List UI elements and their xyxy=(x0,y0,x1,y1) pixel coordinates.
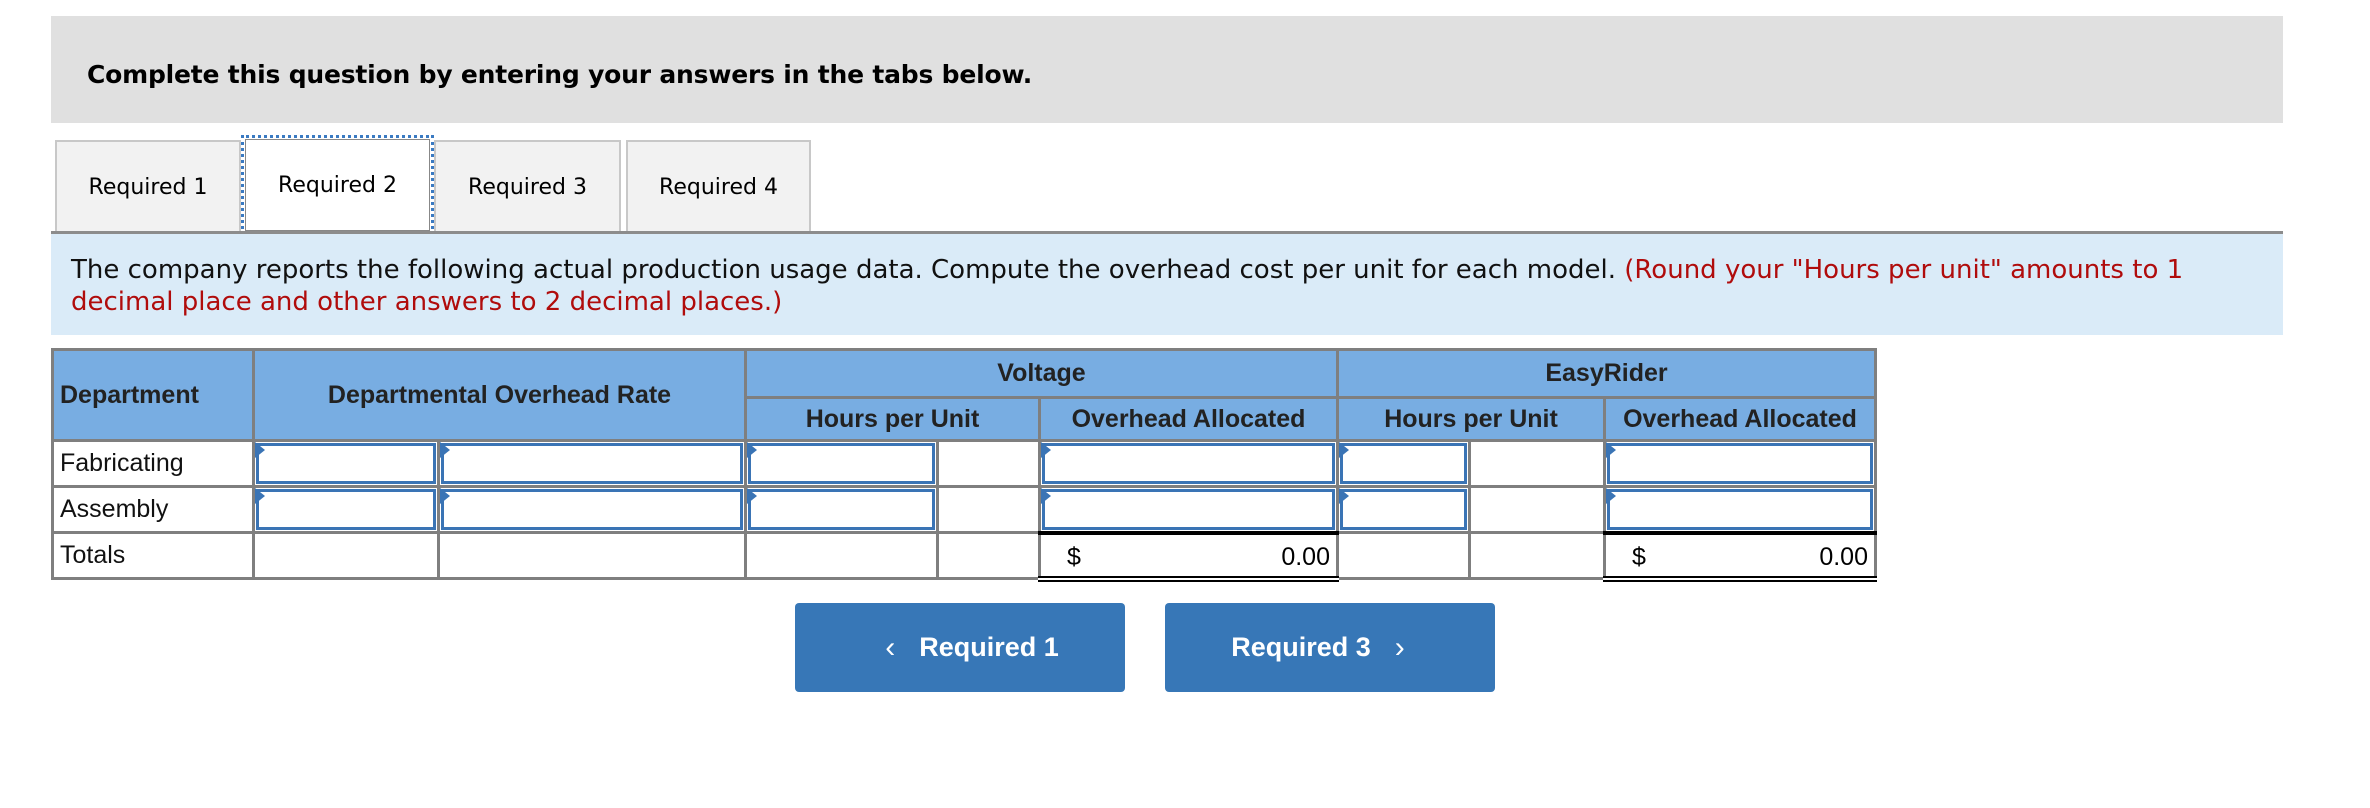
input-marker-icon xyxy=(1606,442,1616,458)
input-marker-icon xyxy=(1339,488,1349,504)
header-easyrider-overhead: Overhead Allocated xyxy=(1603,396,1877,442)
empty-cell xyxy=(1468,439,1606,488)
header-overhead-rate: Departmental Overhead Rate xyxy=(252,348,747,442)
assembly-easyrider-hours-input[interactable] xyxy=(1343,492,1464,527)
voltage-total-amount: 0.00 xyxy=(1281,542,1330,571)
row-label: Totals xyxy=(51,531,255,580)
fabricating-rate-input-b[interactable] xyxy=(444,446,740,481)
assembly-voltage-overhead-input[interactable] xyxy=(1045,492,1332,527)
header-voltage: Voltage xyxy=(744,348,1339,399)
easyrider-total-amount: 0.00 xyxy=(1819,542,1868,571)
input-marker-icon xyxy=(1041,488,1051,504)
prev-button-label: Required 1 xyxy=(919,632,1059,662)
input-marker-icon xyxy=(1041,442,1051,458)
prev-required-button[interactable]: ‹ Required 1 xyxy=(795,603,1125,692)
question-title: Complete this question by entering your … xyxy=(87,60,1033,89)
table-row-totals: Totals $ 0.00 $ 0.00 xyxy=(51,530,1877,582)
row-label: Fabricating xyxy=(51,439,255,488)
currency-symbol: $ xyxy=(1632,542,1646,571)
input-marker-icon xyxy=(255,442,265,458)
empty-cell xyxy=(1336,531,1471,580)
question-header: Complete this question by entering your … xyxy=(51,16,2283,123)
next-required-button[interactable]: Required 3 › xyxy=(1165,603,1495,692)
instructions-text: The company reports the following actual… xyxy=(71,254,2251,318)
voltage-total: $ 0.00 xyxy=(1038,530,1339,582)
easyrider-total: $ 0.00 xyxy=(1603,530,1877,582)
tab-required-1[interactable]: Required 1 xyxy=(55,140,241,233)
next-button-label: Required 3 xyxy=(1231,632,1371,662)
header-department: Department xyxy=(51,348,255,442)
currency-symbol: $ xyxy=(1067,542,1081,571)
empty-cell xyxy=(936,531,1041,580)
instructions-panel: The company reports the following actual… xyxy=(51,234,2283,335)
table-row-fabricating: Fabricating xyxy=(51,439,1877,488)
tab-required-2[interactable]: Required 2 xyxy=(241,135,434,235)
assembly-rate-input-b[interactable] xyxy=(444,492,740,527)
fabricating-easyrider-hours-input[interactable] xyxy=(1343,446,1464,481)
empty-cell xyxy=(1468,531,1606,580)
fabricating-voltage-overhead-input[interactable] xyxy=(1045,446,1332,481)
input-marker-icon xyxy=(1606,488,1616,504)
input-marker-icon xyxy=(1339,442,1349,458)
header-voltage-overhead: Overhead Allocated xyxy=(1038,396,1339,442)
input-marker-icon xyxy=(747,442,757,458)
input-marker-icon xyxy=(255,488,265,504)
chevron-right-icon: › xyxy=(1394,630,1405,664)
fabricating-voltage-hours-input[interactable] xyxy=(751,446,932,481)
input-marker-icon xyxy=(440,488,450,504)
empty-cell xyxy=(252,531,440,580)
empty-cell xyxy=(437,531,747,580)
tab-required-3[interactable]: Required 3 xyxy=(434,140,621,233)
empty-cell xyxy=(936,439,1041,488)
assembly-voltage-hours-input[interactable] xyxy=(751,492,932,527)
instructions-main: The company reports the following actual… xyxy=(71,255,1616,285)
input-marker-icon xyxy=(440,442,450,458)
assembly-easyrider-overhead-input[interactable] xyxy=(1610,492,1870,527)
table-row-assembly: Assembly xyxy=(51,485,1877,534)
empty-cell xyxy=(1468,485,1606,534)
empty-cell xyxy=(936,485,1041,534)
row-label: Assembly xyxy=(51,485,255,534)
header-easyrider-hours: Hours per Unit xyxy=(1336,396,1606,442)
assembly-rate-input-a[interactable] xyxy=(259,492,433,527)
fabricating-rate-input-a[interactable] xyxy=(259,446,433,481)
chevron-left-icon: ‹ xyxy=(885,630,896,664)
fabricating-easyrider-overhead-input[interactable] xyxy=(1610,446,1870,481)
header-easyrider: EasyRider xyxy=(1336,348,1877,399)
header-voltage-hours: Hours per Unit xyxy=(744,396,1041,442)
input-marker-icon xyxy=(747,488,757,504)
empty-cell xyxy=(744,531,939,580)
tab-bar: Required 1 Required 2 Required 3 Require… xyxy=(55,135,815,235)
overhead-table: Department Departmental Overhead Rate Vo… xyxy=(51,348,1877,582)
tab-required-4[interactable]: Required 4 xyxy=(626,140,811,233)
